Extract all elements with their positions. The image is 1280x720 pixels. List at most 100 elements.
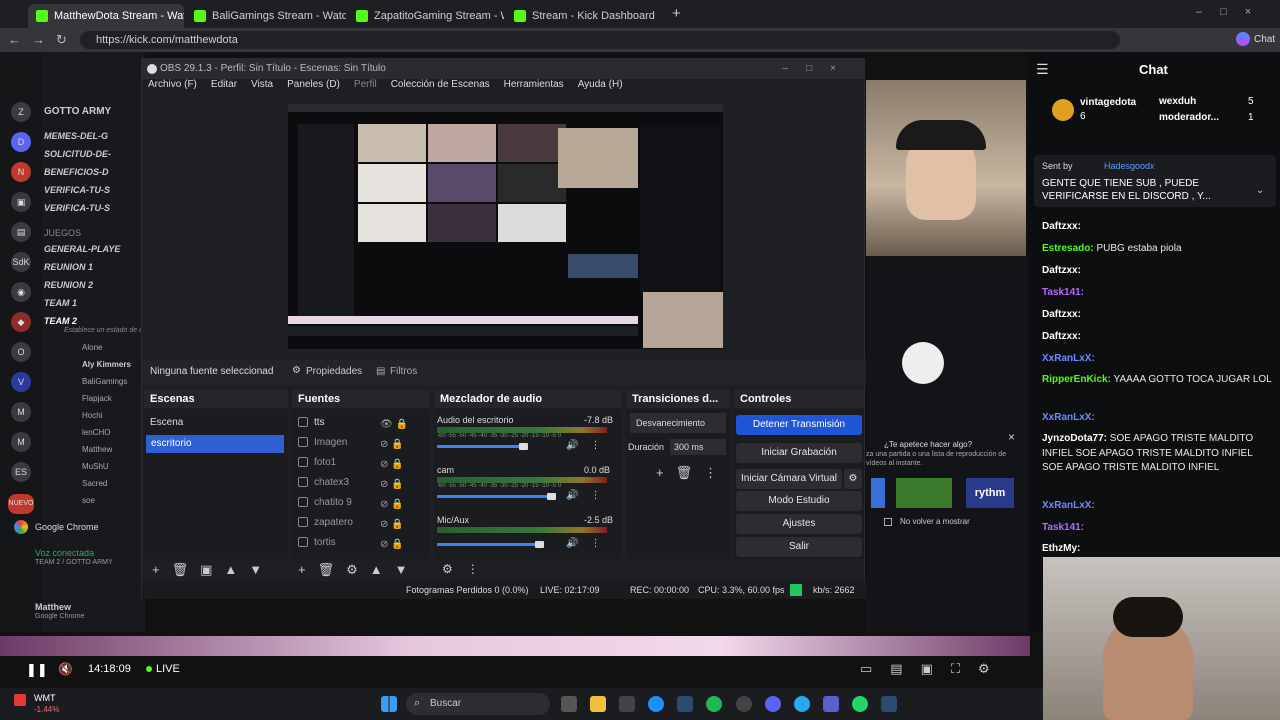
voice-member[interactable]: MuShU — [82, 462, 109, 471]
thumbnail[interactable] — [896, 478, 952, 508]
source-item[interactable]: zapatero — [298, 517, 353, 528]
server-name[interactable]: GOTTO ARMY — [44, 106, 111, 117]
file-explorer-icon[interactable] — [590, 696, 606, 712]
forward-icon[interactable]: → — [32, 32, 45, 47]
tab-zapatitogaming[interactable]: ZapatitoGaming Stream - Watch L× — [348, 4, 504, 28]
server-icon[interactable]: ES — [11, 462, 31, 482]
virtual-camera-settings-icon[interactable]: ⚙ — [844, 469, 862, 489]
stop-streaming-button[interactable]: Detener Transmisión — [736, 415, 862, 435]
server-icon[interactable]: ◆ — [11, 312, 31, 332]
source-toolbar-buttons[interactable]: +🗑⚙▲▼ — [298, 562, 419, 578]
channel-item[interactable]: MEMES-DEL-G — [44, 131, 108, 141]
voice-channel[interactable]: GENERAL-PLAYE — [44, 244, 120, 254]
duration-input[interactable]: 300 ms — [670, 439, 726, 455]
server-icon[interactable]: SdK — [11, 252, 31, 272]
steam-icon-2[interactable] — [881, 696, 897, 712]
server-icon[interactable]: ▤ — [11, 222, 31, 242]
server-icon[interactable]: M — [11, 432, 31, 452]
start-recording-button[interactable]: Iniciar Grabación — [736, 443, 862, 463]
properties-button[interactable]: Propiedades — [306, 366, 362, 377]
back-icon[interactable]: ← — [8, 32, 21, 47]
menu-coleccion[interactable]: Colección de Escenas — [391, 79, 490, 95]
window-controls[interactable]: –□× — [1196, 6, 1269, 18]
scene-item[interactable]: Escena — [150, 417, 183, 428]
speaker-icon[interactable]: 🔊⋮ — [566, 538, 612, 549]
studio-mode-button[interactable]: Modo Estudio — [736, 491, 862, 511]
window-controls[interactable]: –□× — [783, 59, 854, 79]
voice-member[interactable]: Hochi — [82, 411, 102, 420]
menu-perfil[interactable]: Perfil — [354, 79, 377, 95]
transition-select[interactable]: Desvanecimiento — [630, 413, 726, 433]
channel-item[interactable]: SOLICITUD-DE- — [44, 149, 111, 159]
transition-toolbar[interactable]: +🗑⋮ — [656, 465, 729, 481]
channel-item[interactable]: BENEFICIOS-D — [44, 167, 109, 177]
checkbox[interactable] — [884, 518, 892, 526]
pause-icon[interactable]: ❚❚ — [26, 662, 48, 678]
source-item[interactable]: Imagen — [298, 437, 347, 448]
windows-start-icon[interactable] — [381, 696, 397, 712]
filters-button[interactable]: Filtros — [390, 366, 417, 377]
virtual-camera-button[interactable]: Iniciar Cámara Virtual — [736, 469, 842, 489]
server-icon[interactable]: D — [11, 132, 31, 152]
scene-item-selected[interactable]: escritorio — [146, 435, 284, 453]
gear-icon[interactable]: ⚙ — [292, 365, 301, 376]
filter-icon[interactable]: ▤ — [376, 366, 385, 377]
top-gifter-name[interactable]: moderador... — [1159, 112, 1219, 123]
stock-ticker[interactable]: WMT — [34, 693, 56, 703]
menu-archivo[interactable]: Archivo (F) — [148, 79, 197, 95]
volume-slider-knob[interactable] — [519, 443, 529, 450]
server-icon[interactable]: V — [11, 372, 31, 392]
voice-channel-active[interactable]: TEAM 2 — [44, 316, 77, 326]
mixer-toolbar[interactable]: ⚙⋮ — [442, 562, 493, 576]
taskbar-search[interactable]: ⌕ Buscar — [406, 693, 550, 715]
source-item[interactable]: tts — [298, 417, 325, 428]
obs-icon[interactable] — [736, 696, 752, 712]
new-badge[interactable]: NUEVO — [8, 494, 34, 514]
menu-herramientas[interactable]: Herramientas — [504, 79, 564, 95]
scene-toolbar[interactable]: +🗑▣▲▼ — [152, 562, 274, 578]
top-gifter-name[interactable]: wexduh — [1159, 96, 1196, 107]
url-input[interactable]: https://kick.com/matthewdota — [80, 31, 1120, 49]
whatsapp-icon[interactable] — [852, 696, 868, 712]
chat-menu-icon[interactable]: ☰ — [1036, 61, 1049, 78]
exit-button[interactable]: Salir — [736, 537, 862, 557]
copilot-label[interactable]: Chat — [1254, 34, 1275, 45]
rythm-thumbnail[interactable]: rythm — [966, 478, 1014, 508]
source-item[interactable]: chatex3 — [298, 477, 349, 488]
voice-channel[interactable]: REUNION 1 — [44, 262, 93, 272]
server-icon[interactable]: O — [11, 342, 31, 362]
telegram-icon[interactable] — [794, 696, 810, 712]
server-icon[interactable]: M — [11, 402, 31, 422]
voice-channel[interactable]: REUNION 2 — [44, 280, 93, 290]
menu-vista[interactable]: Vista — [251, 79, 273, 95]
menu-paneles[interactable]: Paneles (D) — [287, 79, 340, 95]
voice-member[interactable]: Sacred — [82, 479, 107, 488]
task-view-icon[interactable] — [561, 696, 577, 712]
menu-editar[interactable]: Editar — [211, 79, 237, 95]
voice-member[interactable]: Matthew — [82, 445, 112, 454]
edge-icon[interactable] — [648, 696, 664, 712]
server-icon[interactable]: Z — [11, 102, 31, 122]
pinned-message[interactable]: Sent by Hadesgoodx GENTE QUE TIENE SUB ,… — [1034, 155, 1276, 207]
volume-slider[interactable] — [437, 495, 551, 498]
store-icon[interactable] — [619, 696, 635, 712]
channel-item[interactable]: VERIFICA-TU-S — [44, 203, 110, 213]
close-icon[interactable]: × — [1008, 430, 1015, 444]
server-icon[interactable]: N — [11, 162, 31, 182]
thumbnail[interactable] — [871, 478, 885, 508]
new-tab-button[interactable]: + — [672, 5, 681, 22]
steam-icon[interactable] — [677, 696, 693, 712]
top-gifter-name[interactable]: vintagedota — [1080, 97, 1136, 108]
spotify-icon[interactable] — [706, 696, 722, 712]
discord-icon[interactable] — [765, 696, 781, 712]
tab-baligamings[interactable]: BaliGamings Stream - Watch Live× — [186, 4, 346, 28]
volume-slider[interactable] — [437, 543, 539, 546]
speaker-icon[interactable]: 🔊⋮ — [566, 440, 612, 451]
source-item[interactable]: foto1 — [298, 457, 336, 468]
tab-kick-dashboard[interactable]: Stream - Kick Dashboard× — [506, 4, 662, 28]
voice-member[interactable]: Flapjack — [82, 394, 112, 403]
tab-matthewdota[interactable]: MatthewDota Stream - Watch Live× — [28, 4, 184, 28]
voice-member[interactable]: Alone — [82, 343, 102, 352]
close-tab-icon[interactable]: × — [661, 9, 662, 23]
visibility-lock-icons[interactable]: 👁 🔒 ⊘ 🔒 ⊘ 🔒 ⊘ 🔒 ⊘ 🔒 ⊘ 🔒 ⊘ 🔒 — [380, 415, 420, 555]
